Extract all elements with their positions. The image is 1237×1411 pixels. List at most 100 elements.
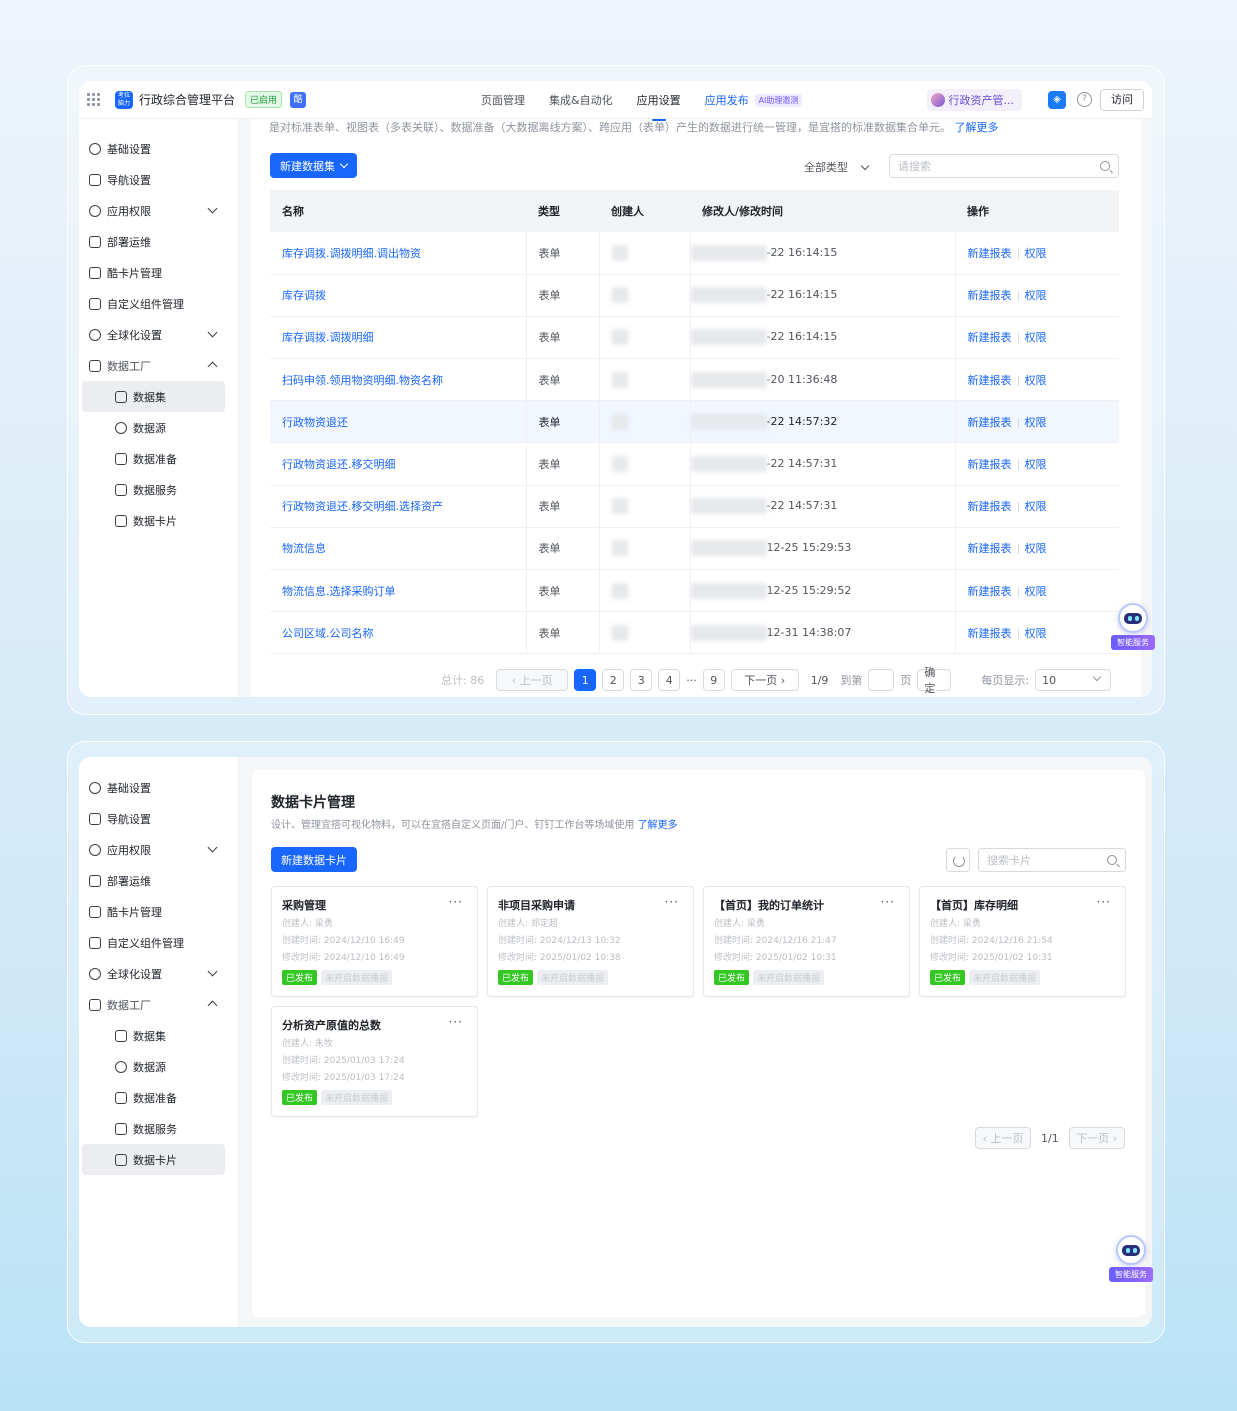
new-report-link[interactable]: 新建报表 — [968, 542, 1012, 555]
learn-more-link[interactable]: 了解更多 — [955, 121, 999, 134]
dataset-name-link[interactable]: 行政物资退还.移交明细 — [270, 442, 527, 486]
card-search-input[interactable]: 搜索卡片 — [978, 848, 1126, 872]
learn-more-link[interactable]: 了解更多 — [638, 820, 678, 831]
sidebar-item-dataset[interactable]: 数据集 — [82, 381, 225, 412]
new-report-link[interactable]: 新建报表 — [968, 416, 1012, 429]
page-2[interactable]: 2 — [602, 669, 625, 691]
permission-link[interactable]: 权限 — [1025, 585, 1047, 598]
sidebar-item-nav[interactable]: 导航设置 — [79, 164, 238, 195]
dataset-name-link[interactable]: 库存调拨.调拨明细 — [270, 316, 527, 360]
permission-link[interactable]: 权限 — [1025, 542, 1047, 555]
permission-link[interactable]: 权限 — [1025, 289, 1047, 302]
sidebar-item-basic[interactable]: 基础设置 — [79, 133, 238, 164]
help-icon[interactable]: ? — [1077, 92, 1092, 107]
new-dataset-button[interactable]: 新建数据集 — [270, 153, 357, 178]
refresh-icon[interactable] — [946, 848, 970, 872]
next-page-button[interactable]: 下一页 › — [1068, 1127, 1125, 1149]
page-1[interactable]: 1 — [574, 669, 597, 691]
permission-link[interactable]: 权限 — [1025, 331, 1047, 344]
dataset-name-link[interactable]: 公司区域.公司名称 — [270, 611, 527, 655]
dataset-name-link[interactable]: 行政物资退还.移交明细.选择资产 — [270, 485, 527, 528]
app-switch-icon[interactable]: ◈ — [1048, 91, 1066, 109]
sidebar-item-datafactory[interactable]: 数据工厂 — [79, 989, 238, 1020]
sidebar-item-permissions[interactable]: 应用权限 — [79, 834, 238, 865]
sidebar-item-datacard[interactable]: 数据卡片 — [79, 505, 238, 536]
sidebar-item-permissions[interactable]: 应用权限 — [79, 195, 238, 226]
page-3[interactable]: 3 — [630, 669, 653, 691]
prev-page-button[interactable]: ‹ 上一页 — [496, 669, 569, 691]
permission-link[interactable]: 权限 — [1025, 247, 1047, 260]
prev-page-button[interactable]: ‹ 上一页 — [975, 1127, 1031, 1149]
sidebar-item-datasource[interactable]: 数据源 — [79, 412, 238, 443]
sidebar-item-label: 数据源 — [133, 1060, 166, 1074]
new-report-link[interactable]: 新建报表 — [968, 627, 1012, 640]
page-4[interactable]: 4 — [658, 669, 681, 691]
sidebar-item-deploy[interactable]: 部署运维 — [79, 865, 238, 896]
nav-page-manage[interactable]: 页面管理 — [481, 92, 525, 108]
sidebar-item-deploy[interactable]: 部署运维 — [79, 226, 238, 257]
data-card[interactable]: 非项目采购申请 ··· 创建人: 郑定超 创建时间: 2024/12/13 10:32… — [487, 886, 694, 997]
visit-button[interactable]: 访问 — [1100, 89, 1144, 111]
next-page-button[interactable]: 下一页 › — [730, 669, 799, 691]
sidebar-item-dataprep[interactable]: 数据准备 — [79, 443, 238, 474]
more-icon[interactable]: ··· — [449, 1015, 463, 1029]
app-grid-icon[interactable] — [87, 92, 101, 107]
sidebar-item-kucard[interactable]: 酷卡片管理 — [79, 896, 238, 927]
new-report-link[interactable]: 新建报表 — [968, 500, 1012, 513]
smart-service-button[interactable]: 智能服务 — [1109, 1235, 1153, 1282]
sidebar-item-components[interactable]: 自定义组件管理 — [79, 927, 238, 958]
sidebar-item-datasource[interactable]: 数据源 — [79, 1051, 238, 1082]
user-chip[interactable]: 行政资产管... — [926, 89, 1022, 111]
per-page-select[interactable]: 10 — [1035, 669, 1112, 691]
nav-app-settings[interactable]: 应用设置 — [637, 92, 681, 121]
more-icon[interactable]: ··· — [665, 895, 679, 909]
data-card[interactable]: 分析资产原值的总数 ··· 创建人: 朱牧 创建时间: 2025/01/03 17:2… — [271, 1006, 478, 1117]
new-report-link[interactable]: 新建报表 — [968, 374, 1012, 387]
type-filter[interactable]: 全部类型 — [804, 159, 870, 175]
sidebar-item-components[interactable]: 自定义组件管理 — [79, 288, 238, 319]
sidebar-item-datafactory[interactable]: 数据工厂 — [79, 350, 238, 381]
data-card[interactable]: 【首页】我的订单统计 ··· 创建人: 梁勇 创建时间: 2024/12/16 21:… — [703, 886, 910, 997]
dataset-name-link[interactable]: 库存调拨.调拨明细.调出物资 — [270, 232, 527, 275]
sidebar-item-kucard[interactable]: 酷卡片管理 — [79, 257, 238, 288]
sidebar-item-dataprep[interactable]: 数据准备 — [79, 1082, 238, 1113]
more-icon[interactable]: ··· — [449, 895, 463, 909]
new-report-link[interactable]: 新建报表 — [968, 247, 1012, 260]
nav-app-publish[interactable]: 应用发布 — [705, 92, 749, 108]
sidebar-item-nav[interactable]: 导航设置 — [79, 803, 238, 834]
dataset-name-link[interactable]: 扫码申领.领用物资明细.物资名称 — [270, 358, 527, 402]
data-card[interactable]: 采购管理 ··· 创建人: 梁勇 创建时间: 2024/12/10 16:49 修改时间… — [271, 886, 478, 997]
chevron-down-icon — [207, 966, 218, 977]
more-icon[interactable]: ··· — [1097, 895, 1111, 909]
deploy-icon — [89, 874, 101, 887]
permission-link[interactable]: 权限 — [1025, 416, 1047, 429]
smart-service-button[interactable]: 智能服务 — [1111, 603, 1155, 650]
dataset-name-link[interactable]: 物流信息 — [270, 527, 527, 571]
permission-link[interactable]: 权限 — [1025, 374, 1047, 387]
new-report-link[interactable]: 新建报表 — [968, 289, 1012, 302]
new-report-link[interactable]: 新建报表 — [968, 585, 1012, 598]
new-report-link[interactable]: 新建报表 — [968, 331, 1012, 344]
sidebar-item-basic[interactable]: 基础设置 — [79, 772, 238, 803]
sidebar-item-dataservice[interactable]: 数据服务 — [79, 474, 238, 505]
goto-page-input[interactable] — [868, 669, 895, 691]
sidebar-item-datacard[interactable]: 数据卡片 — [82, 1144, 225, 1175]
data-card[interactable]: 【首页】库存明细 ··· 创建人: 梁勇 创建时间: 2024/12/16 21:54… — [919, 886, 1126, 997]
page-9[interactable]: 9 — [702, 669, 725, 691]
sidebar-item-i18n[interactable]: 全球化设置 — [79, 958, 238, 989]
nav-integration[interactable]: 集成&自动化 — [549, 92, 613, 108]
new-report-link[interactable]: 新建报表 — [968, 458, 1012, 471]
dataset-name-link[interactable]: 行政物资退还 — [270, 400, 527, 444]
sidebar-item-i18n[interactable]: 全球化设置 — [79, 319, 238, 350]
sidebar-item-dataset[interactable]: 数据集 — [79, 1020, 238, 1051]
dataset-name-link[interactable]: 库存调拨 — [270, 274, 527, 317]
permission-link[interactable]: 权限 — [1025, 458, 1047, 471]
search-input[interactable]: 请搜索 — [889, 154, 1119, 178]
more-icon[interactable]: ··· — [881, 895, 895, 909]
permission-link[interactable]: 权限 — [1025, 627, 1047, 640]
new-card-button[interactable]: 新建数据卡片 — [271, 847, 357, 872]
sidebar-item-dataservice[interactable]: 数据服务 — [79, 1113, 238, 1144]
dataset-name-link[interactable]: 物流信息.选择采购订单 — [270, 569, 527, 613]
permission-link[interactable]: 权限 — [1025, 500, 1047, 513]
goto-confirm-button[interactable]: 确定 — [917, 666, 952, 695]
